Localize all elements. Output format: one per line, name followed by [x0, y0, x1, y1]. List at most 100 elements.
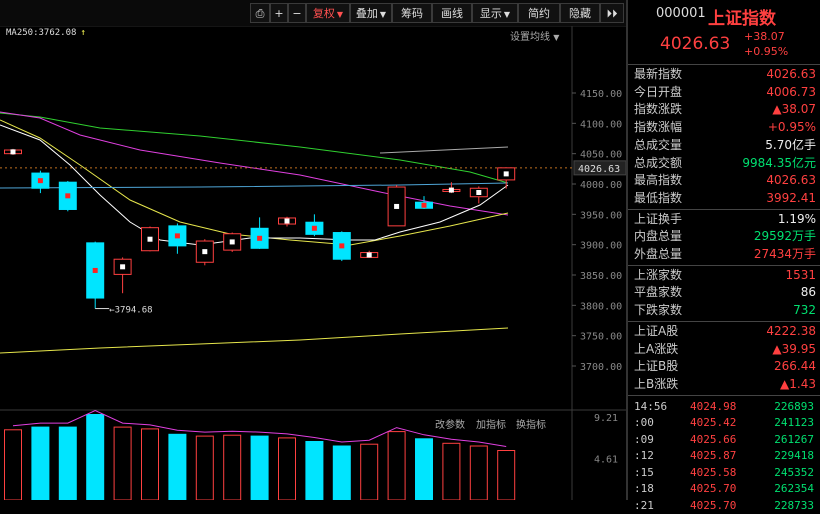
stat-row: 最低指数 3992.41 [628, 190, 820, 207]
stat-row: 外盘总量 27434万手 [628, 246, 820, 263]
stat-value: 4222.38 [766, 323, 816, 338]
add-indicator-button[interactable]: 加指标 [476, 416, 506, 431]
candle-marker [229, 239, 235, 245]
chips-button[interactable]: 筹码 [392, 3, 432, 23]
stat-label: 内盘总量 [634, 229, 683, 244]
stat-value: 86 [800, 285, 816, 300]
volume-bar [223, 434, 242, 500]
stat-row: 最新指数 4026.63 [628, 66, 820, 83]
tick-price: 4025.66 [690, 432, 737, 446]
tick-volume: 241123 [774, 416, 814, 430]
stat-value: 4026.63 [766, 67, 816, 81]
volume-bar [497, 450, 516, 500]
fast-forward-icon[interactable]: ⏵⏵ [600, 3, 624, 23]
stat-label: 外盘总量 [634, 247, 683, 261]
stat-value: 732 [793, 303, 816, 318]
price-change-pct: +0.95% [744, 45, 789, 58]
y-tick-label: 3850.00 [580, 271, 622, 282]
chevron-down-icon: ▼ [379, 10, 387, 19]
stat-row: 上证换手 1.19% [628, 211, 820, 228]
stat-label: 下跌家数 [634, 303, 683, 318]
volume-bar [86, 414, 105, 500]
stat-label: 今日开盘 [634, 84, 683, 99]
stat-label: 最高指数 [634, 173, 683, 188]
ma60-line [0, 112, 509, 184]
fuquan-button[interactable]: 复权 ▼ [306, 3, 350, 23]
stat-label: 总成交额 [634, 155, 683, 170]
overlay-button[interactable]: 叠加 ▼ [350, 3, 392, 23]
tick-volume: 229418 [774, 449, 814, 463]
stat-value: 29592万手 [753, 229, 816, 244]
y-tick-label: 4000.00 [580, 180, 622, 191]
stat-label: 指数涨幅 [634, 120, 683, 135]
tick-row: :00 4025.42 241123 [628, 415, 820, 431]
stat-label: 最新指数 [634, 67, 683, 81]
print-icon[interactable]: ⎙ [250, 3, 270, 23]
volume-bar [278, 437, 296, 500]
candle-marker [394, 203, 400, 209]
swap-indicator-button[interactable]: 换指标 [516, 416, 546, 431]
divider [628, 395, 820, 396]
simple-button[interactable]: 简约 [518, 3, 560, 23]
stat-row: 上A涨跌 ▲39.95 [628, 341, 820, 358]
y-tick-label: 3900.00 [580, 241, 622, 252]
ma250-line [0, 327, 509, 354]
tick-price: 4025.87 [690, 449, 737, 463]
stat-value: 27434万手 [753, 247, 816, 261]
stat-label: 上B涨跌 [634, 376, 679, 391]
overlay-label: 叠加 [355, 7, 378, 20]
tick-row: :12 4025.87 229418 [628, 448, 820, 464]
divider [628, 64, 820, 65]
candle-marker [202, 249, 208, 255]
display-label: 显示 [479, 7, 502, 20]
change-params-button[interactable]: 改参数 [435, 416, 465, 431]
volume-tick-label: 4.61 [594, 455, 618, 466]
tick-volume: 226893 [774, 399, 814, 413]
candle-marker [311, 225, 317, 231]
draw-line-button[interactable]: 画线 [432, 3, 472, 23]
stat-row: 平盘家数 86 [628, 284, 820, 301]
y-tick-label: 4100.00 [580, 119, 622, 130]
volume-bar [4, 429, 22, 500]
volume-bar [305, 441, 324, 500]
stat-value: 9984.35亿元 [742, 155, 816, 170]
volume-bar [415, 438, 433, 500]
candle-marker [120, 264, 126, 270]
stat-row: 内盘总量 29592万手 [628, 228, 820, 245]
volume-bar [387, 431, 406, 500]
volume-bar [113, 426, 132, 500]
stat-label: 总成交量 [634, 137, 683, 152]
stat-value: 1531 [785, 267, 816, 282]
display-button[interactable]: 显示 ▼ [472, 3, 518, 23]
candle-marker [65, 193, 71, 199]
stat-label: 上证A股 [634, 323, 679, 338]
volume-bar [168, 433, 187, 500]
candle-marker [476, 189, 482, 195]
stat-row: 上证A股 4222.38 [628, 323, 820, 340]
candle-marker [257, 235, 263, 241]
tick-volume: 261267 [774, 432, 814, 446]
hide-button[interactable]: 隐藏 [560, 3, 600, 23]
candle-marker [147, 236, 153, 242]
stat-value: ▲39.95 [772, 341, 816, 356]
candle-marker [284, 218, 290, 224]
y-tick-label: 3950.00 [580, 210, 622, 221]
tick-price: 4025.42 [690, 416, 737, 430]
index-code: 000001 [656, 6, 706, 21]
fuquan-label: 复权 [312, 7, 335, 20]
stat-row: 上涨家数 1531 [628, 267, 820, 284]
stat-value: ▲1.43 [780, 376, 816, 391]
stat-row: 上B涨跌 ▲1.43 [628, 376, 820, 393]
tick-volume: 262354 [774, 482, 814, 496]
stat-value: +0.95% [767, 120, 816, 135]
y-tick-label: 3800.00 [580, 301, 622, 312]
stat-row: 指数涨跌 ▲38.07 [628, 101, 820, 118]
chevron-down-icon: ▼ [336, 10, 344, 19]
zoom-out-button[interactable]: − [288, 3, 306, 23]
tick-time: :00 [634, 416, 654, 430]
chevron-down-icon: ▼ [503, 10, 511, 19]
tick-price: 4024.98 [690, 399, 737, 413]
y-tick-label: 3700.00 [580, 362, 622, 373]
volume-bar [141, 428, 159, 500]
zoom-in-button[interactable]: + [270, 3, 288, 23]
